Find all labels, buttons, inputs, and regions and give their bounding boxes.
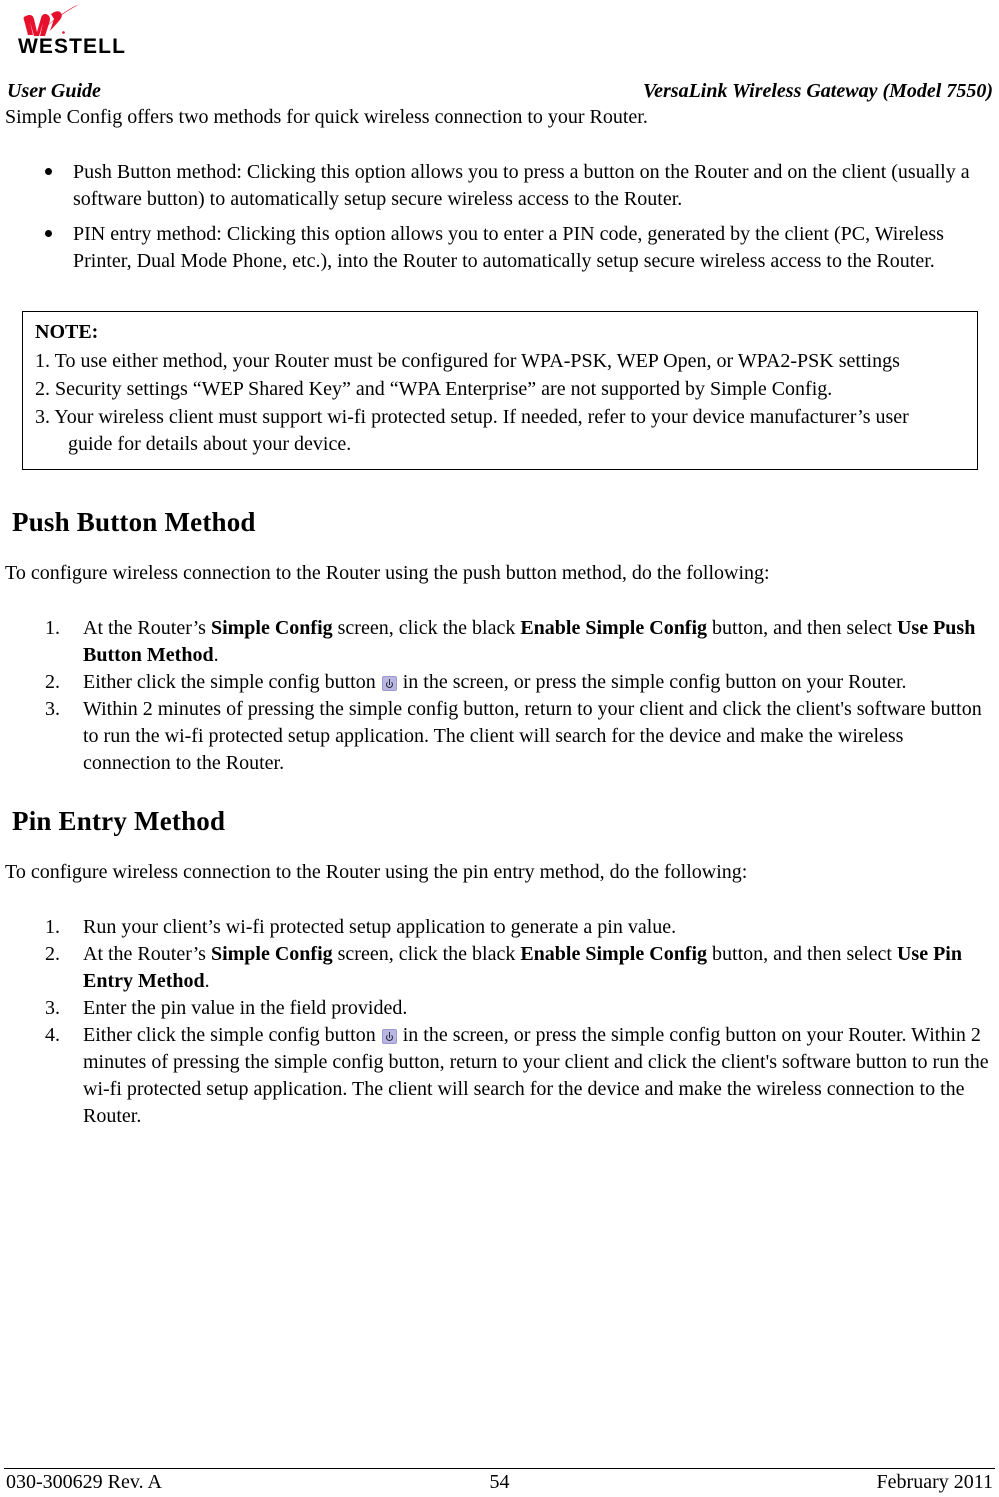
running-head-left: User Guide — [7, 80, 101, 102]
list-item: 1. Run your client’s wi-fi protected set… — [0, 914, 999, 941]
step-text-part: At the Router’s — [83, 617, 211, 639]
list-item: 3. Enter the pin value in the field prov… — [0, 995, 999, 1022]
bullet-dot-icon — [45, 230, 52, 237]
step-text-part: Enter the pin value in the field provide… — [83, 997, 408, 1019]
step-text-part: Either click the simple config button — [83, 1024, 381, 1046]
page-title: Push Button Method — [12, 507, 256, 537]
note-item: 3. Your wireless client must support wi-… — [35, 404, 965, 458]
page-title: Pin Entry Method — [12, 806, 226, 836]
step-text-part: screen, click the black — [332, 617, 521, 639]
push-button-intro: To configure wireless connection to the … — [5, 562, 770, 584]
list-item: 4. Either click the simple config button… — [0, 1022, 999, 1130]
step-text-part: in the screen, or press the simple confi… — [397, 671, 907, 693]
pin-entry-intro: To configure wireless connection to the … — [5, 861, 748, 883]
footer-divider — [4, 1468, 995, 1469]
page-footer: 030-300629 Rev. A 54 February 2011 — [0, 1471, 999, 1497]
list-item: 2. At the Router’s Simple Config screen,… — [0, 941, 999, 995]
running-head: User Guide VersaLink Wireless Gateway (M… — [0, 80, 999, 104]
step-text-part: Within 2 minutes of pressing the simple … — [83, 698, 982, 774]
list-item: 1. At the Router’s Simple Config screen,… — [0, 615, 999, 669]
step-text-part: button, and then select — [707, 617, 897, 639]
pin-entry-steps: 1. Run your client’s wi-fi protected set… — [0, 914, 999, 1130]
step-number: 2. — [45, 943, 60, 965]
step-number: 1. — [45, 617, 60, 639]
step-text-bold: Enable Simple Config — [520, 617, 708, 639]
document-content: Simple Config offers two methods for qui… — [0, 104, 999, 1130]
footer-page-number: 54 — [489, 1471, 510, 1493]
bullet-text: Push Button method: Clicking this option… — [73, 161, 970, 210]
running-head-right: VersaLink Wireless Gateway (Model 7550) — [643, 80, 993, 102]
note-item: 2. Security settings “WEP Shared Key” an… — [35, 378, 833, 400]
step-text-bold: Simple Config — [210, 943, 333, 965]
step-text-part: . — [204, 970, 210, 992]
push-button-steps: 1. At the Router’s Simple Config screen,… — [0, 615, 999, 777]
westell-wordmark: WESTELL — [18, 35, 127, 58]
bullet-dot-icon — [45, 168, 52, 175]
step-text-part: screen, click the black — [332, 943, 521, 965]
step-text-part: . — [213, 644, 219, 666]
note-item-continuation: guide for details about your device. — [68, 433, 352, 455]
document-page: WESTELL User Guide VersaLink Wireless Ga… — [0, 0, 999, 1497]
step-number: 4. — [45, 1024, 60, 1046]
list-item: 3. Within 2 minutes of pressing the simp… — [0, 696, 999, 777]
step-text-part: Run your client’s wi-fi protected setup … — [83, 916, 677, 938]
bullet-text: PIN entry method: Clicking this option a… — [73, 223, 944, 272]
step-text-bold: Enable Simple Config — [520, 943, 708, 965]
step-text-part: At the Router’s — [83, 943, 211, 965]
step-text-bold: Simple Config — [210, 617, 333, 639]
footer-date: February 2011 — [876, 1471, 993, 1493]
step-number: 3. — [45, 698, 60, 720]
step-text-part: button, and then select — [707, 943, 897, 965]
list-item: Push Button method: Clicking this option… — [0, 159, 999, 213]
westell-logo: WESTELL — [18, 2, 133, 60]
note-title: NOTE: — [35, 321, 99, 343]
list-item: 2. Either click the simple config button… — [0, 669, 999, 696]
method-bullet-list: Push Button method: Clicking this option… — [0, 159, 999, 275]
note-item: 1. To use either method, your Router mus… — [35, 350, 900, 372]
simple-config-icon — [381, 676, 397, 691]
note-item-text: 3. Your wireless client must support wi-… — [35, 406, 909, 428]
list-item: PIN entry method: Clicking this option a… — [0, 221, 999, 275]
step-number: 3. — [45, 997, 60, 1019]
step-number: 2. — [45, 671, 60, 693]
note-box: NOTE: 1. To use either method, your Rout… — [22, 311, 978, 470]
intro-paragraph: Simple Config offers two methods for qui… — [5, 106, 648, 128]
step-number: 1. — [45, 916, 60, 938]
step-text-part: Either click the simple config button — [83, 671, 381, 693]
simple-config-icon — [381, 1029, 397, 1044]
